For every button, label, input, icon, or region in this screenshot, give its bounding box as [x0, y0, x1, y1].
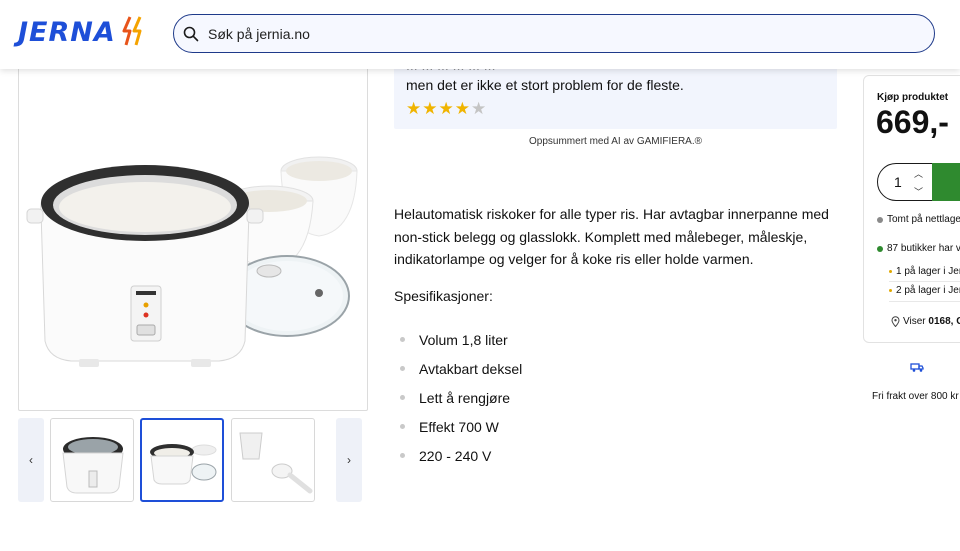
bolt-icon	[122, 16, 142, 46]
main-product-image[interactable]	[18, 40, 368, 411]
star-rating: ★ ★ ★ ★ ★	[406, 100, 486, 117]
site-header: JERNA Søk på jernia.no	[0, 0, 960, 69]
product-description: Helautomatisk riskoker for alle typer ri…	[394, 206, 829, 267]
ai-summary-text: men det er ikke et stort problem for de …	[406, 77, 684, 93]
rice-cooker-thumbnail-image	[62, 437, 124, 494]
price: 669,-	[876, 104, 949, 140]
spec-item: Avtakbart deksel	[400, 354, 522, 383]
rice-cooker-open-thumbnail-image	[150, 444, 217, 485]
chevron-down-icon[interactable]: ﹀	[914, 185, 923, 198]
location-pin-icon	[891, 316, 900, 327]
buy-label: Kjøp produktet	[877, 92, 949, 103]
spec-item: Volum 1,8 liter	[400, 325, 522, 354]
search-input[interactable]: Søk på jernia.no	[208, 26, 310, 42]
ai-summary-credit: Oppsummert med AI av GAMIFIERA.®	[529, 136, 702, 147]
logo-text: JERNA	[18, 16, 116, 48]
status-dot-gray	[877, 216, 883, 223]
star-icon: ★	[471, 99, 487, 118]
add-to-cart-button[interactable]	[932, 163, 960, 201]
chevron-up-icon[interactable]: ︿	[914, 167, 923, 180]
store-stock-line: 1 på lager i Jer	[889, 266, 960, 277]
store-stock-status[interactable]: 87 butikker har v	[877, 243, 960, 254]
spec-title: Spesifikasjoner:	[394, 288, 493, 304]
star-icon: ★	[438, 99, 454, 118]
star-icon: ★	[406, 99, 422, 118]
thumbnail-2[interactable]	[140, 418, 224, 502]
rice-cooker-image	[26, 156, 358, 367]
spec-list: Volum 1,8 liter Avtakbart deksel Lett å …	[400, 325, 522, 470]
jernia-logo[interactable]: JERNA	[18, 14, 150, 50]
star-icon: ★	[454, 99, 470, 118]
quantity-stepper[interactable]: 1 ︿ ﹀	[877, 163, 935, 201]
spec-item: Effekt 700 W	[400, 412, 522, 441]
measuring-cup-thumbnail-image	[239, 432, 313, 494]
chevron-left-icon: ‹	[29, 453, 33, 467]
status-dot-green	[877, 245, 883, 252]
star-icon: ★	[422, 99, 438, 118]
spec-item: Lett å rengjøre	[400, 383, 522, 412]
search-icon	[183, 26, 199, 41]
buy-card: Kjøp produktet 669,- 1 ︿ ﹀ Tomt på nettl…	[863, 75, 960, 343]
truck-icon	[910, 363, 924, 372]
thumbnail-1[interactable]	[50, 418, 134, 502]
chevron-right-icon: ›	[347, 453, 351, 467]
search-bar[interactable]: Søk på jernia.no	[173, 14, 935, 53]
thumbnail-3[interactable]	[231, 418, 315, 502]
spec-item: 220 - 240 V	[400, 441, 522, 470]
store-stock-line: 2 på lager i Jer	[889, 285, 960, 296]
free-shipping-text: Fri frakt over 800 kr	[872, 391, 959, 402]
gallery-next-button[interactable]: ›	[336, 418, 362, 502]
quantity-value[interactable]: 1	[894, 174, 902, 190]
gallery-prev-button[interactable]: ‹	[18, 418, 44, 502]
location-selector[interactable]: Viser 0168, C	[891, 316, 960, 327]
online-stock-status: Tomt på nettlage	[877, 214, 960, 225]
